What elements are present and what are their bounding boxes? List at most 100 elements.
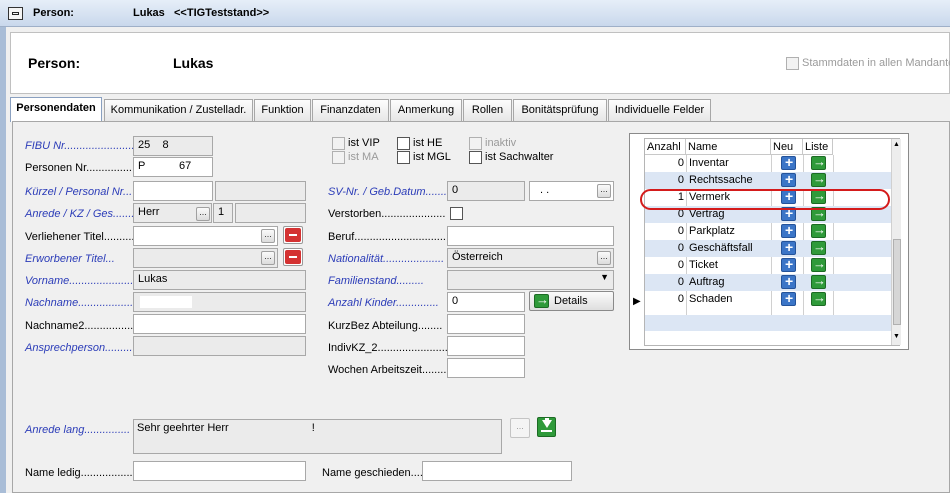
scroll-up-icon[interactable]: ▲ <box>893 141 900 148</box>
arrow-right-icon[interactable] <box>811 290 826 306</box>
wochen-arbeitszeit-label: Wochen Arbeitszeit......... <box>328 364 450 376</box>
tab-anmerkung[interactable]: Anmerkung <box>390 99 462 121</box>
familienstand-select[interactable]: ▼ <box>447 270 614 290</box>
row-count: 0 <box>677 157 684 169</box>
vermerk-highlight-annotation <box>640 189 890 210</box>
arrow-right-icon[interactable] <box>811 222 826 238</box>
personen-nr-label: Personen Nr................. <box>25 162 139 174</box>
tab-individuelle-felder[interactable]: Individuelle Felder <box>608 99 711 121</box>
tab-kommunikation[interactable]: Kommunikation / Zustelladr. <box>104 99 253 121</box>
column-header-liste[interactable]: Liste <box>803 139 833 155</box>
table-row[interactable]: 0 Ticket <box>645 256 901 274</box>
anrede-lang-value: Sehr geehrter Herr <box>137 422 229 434</box>
kz-field[interactable] <box>235 203 306 223</box>
anrede-ellipsis-icon[interactable]: ... <box>196 207 210 221</box>
row-name: Auftrag <box>689 276 725 288</box>
table-row[interactable]: 0 Geschäftsfall <box>645 239 901 257</box>
inaktiv-checkbox[interactable] <box>469 137 482 150</box>
scroll-down-icon[interactable]: ▼ <box>893 333 900 340</box>
anrede-lang-label: Anrede lang............... <box>25 424 131 436</box>
kurzbez-field[interactable] <box>447 314 525 334</box>
erworbener-titel-field[interactable] <box>133 248 278 268</box>
vorname-field[interactable]: Lukas <box>133 270 306 290</box>
arrow-right-icon[interactable] <box>811 256 826 272</box>
arrow-right-icon[interactable] <box>811 171 826 187</box>
arrow-right-icon[interactable] <box>811 154 826 170</box>
empty-row <box>645 315 891 331</box>
erw-titel-remove-minus-icon[interactable] <box>283 248 303 266</box>
name-ledig-field[interactable] <box>133 461 306 481</box>
tab-personendaten[interactable]: Personendaten <box>10 97 102 122</box>
titel-remove-minus-icon[interactable] <box>283 226 303 244</box>
titel-ellipsis-icon[interactable]: ... <box>261 229 275 243</box>
erw-titel-ellipsis-icon[interactable]: ... <box>261 251 275 265</box>
kuerzel-field[interactable] <box>133 181 213 201</box>
ist-mgl-label: ist MGL <box>413 151 451 163</box>
name-geschieden-field[interactable] <box>422 461 572 481</box>
nationalitaet-ellipsis-icon[interactable]: ... <box>597 251 611 265</box>
nachname-field[interactable] <box>133 292 306 312</box>
grid-scrollbar[interactable]: ▲ ▼ <box>891 139 901 345</box>
table-row[interactable]: 0 Auftrag <box>645 273 901 291</box>
tab-bonitaetspruefung[interactable]: Bonitätsprüfung <box>513 99 607 121</box>
person-header: Person: Lukas Stammdaten in allen Mandan… <box>10 32 950 94</box>
plus-icon[interactable] <box>781 256 796 272</box>
ansprechperson-field[interactable] <box>133 336 306 356</box>
personen-value-b: 67 <box>178 160 192 172</box>
object-grid: Anzahl Name Neu Liste 0 Inventar 0 Rechtssa… <box>629 133 909 350</box>
plus-icon[interactable] <box>781 290 796 306</box>
window-menu-icon[interactable] <box>8 7 23 20</box>
plus-icon[interactable] <box>781 222 796 238</box>
scrollbar-thumb[interactable] <box>893 239 901 325</box>
nachname-label: Nachname....................... <box>25 297 149 309</box>
plus-icon[interactable] <box>781 273 796 289</box>
tab-funktion[interactable]: Funktion <box>254 99 311 121</box>
table-row[interactable]: 0 Inventar <box>645 154 901 172</box>
nachname2-field[interactable] <box>133 314 306 334</box>
geb-datum-ellipsis-icon[interactable]: ... <box>597 184 611 198</box>
tab-finanzdaten[interactable]: Finanzdaten <box>312 99 389 121</box>
download-icon[interactable] <box>537 417 556 437</box>
anzahl-kinder-field[interactable]: 0 <box>447 292 525 312</box>
stammdaten-checkbox[interactable] <box>786 57 799 70</box>
arrow-right-icon[interactable] <box>811 239 826 255</box>
kurzbez-label: KurzBez Abteilung........ <box>328 320 443 332</box>
ist-sachwalter-checkbox[interactable] <box>469 151 482 164</box>
ges-value: 1 <box>218 206 225 218</box>
column-header-anzahl[interactable]: Anzahl <box>645 139 686 155</box>
verliehener-titel-field[interactable] <box>133 226 278 246</box>
fibu-field[interactable]: 25 8 <box>133 136 213 156</box>
familienstand-label: Familienstand......... <box>328 275 424 287</box>
verstorben-checkbox[interactable] <box>450 207 463 220</box>
beruf-field[interactable] <box>447 226 614 246</box>
details-button[interactable]: Details <box>529 291 614 311</box>
ist-ma-checkbox[interactable] <box>332 151 345 164</box>
plus-icon[interactable] <box>781 154 796 170</box>
sv-nr-field[interactable]: 0 <box>447 181 525 201</box>
ist-mgl-checkbox[interactable] <box>397 151 410 164</box>
ist-sachwalter-label: ist Sachwalter <box>485 151 554 163</box>
wochen-arbeitszeit-field[interactable] <box>447 358 525 378</box>
tab-rollen[interactable]: Rollen <box>463 99 512 121</box>
row-count: 0 <box>677 225 684 237</box>
anrede-lang-ellipsis-icon[interactable]: ... <box>510 418 530 438</box>
table-row[interactable]: 0 Schaden <box>645 290 901 308</box>
table-row[interactable]: 0 Rechtssache <box>645 171 901 189</box>
ist-he-checkbox[interactable] <box>397 137 410 150</box>
personal-nr-field[interactable] <box>215 181 306 201</box>
ges-field[interactable]: 1 <box>213 203 233 223</box>
erworbener-titel-label: Erworbener Titel... <box>25 253 115 265</box>
column-header-neu[interactable]: Neu <box>771 139 803 155</box>
indivkz-field[interactable] <box>447 336 525 356</box>
personen-nr-field[interactable]: P 67 <box>133 157 213 177</box>
anrede-lang-field[interactable]: Sehr geehrter Herr ! <box>133 419 502 454</box>
table-row[interactable]: 0 Parkplatz <box>645 222 901 240</box>
ist-vip-checkbox[interactable] <box>332 137 345 150</box>
nationalitaet-field[interactable]: Österreich <box>447 248 614 268</box>
details-label: Details <box>554 295 588 307</box>
arrow-right-icon[interactable] <box>811 273 826 289</box>
dropdown-arrow-icon[interactable]: ▼ <box>600 272 609 282</box>
plus-icon[interactable] <box>781 239 796 255</box>
column-header-name[interactable]: Name <box>686 139 771 155</box>
plus-icon[interactable] <box>781 171 796 187</box>
